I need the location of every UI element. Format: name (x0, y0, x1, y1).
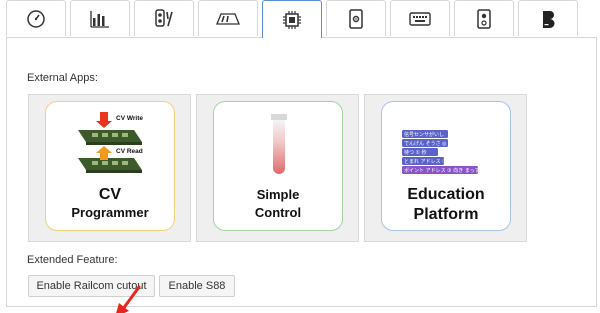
app-card-simple-control[interactable]: Simple Control (196, 94, 359, 242)
cv-write-caption: CV Write (116, 115, 143, 122)
tab-phone-settings[interactable] (326, 0, 386, 36)
traffic-signal-icon (155, 8, 173, 27)
scratch-logo-icon (543, 10, 555, 28)
tab-speaker[interactable] (454, 0, 514, 36)
keyboard-icon (409, 11, 431, 26)
tab-keyboard[interactable] (390, 0, 450, 36)
external-apps-label: External Apps: (27, 72, 98, 84)
app-subtitle-simple: Control (254, 205, 302, 220)
speedometer-icon (27, 9, 45, 28)
app-title-education: Education (407, 186, 485, 203)
cv-read-caption: CV Read (116, 148, 143, 155)
tab-scratch[interactable] (518, 0, 578, 36)
app-tile-education-platform[interactable]: 信号センサがいし でんげん そうさ ◎ 待つ ① 秒 とまれ アドレス ③ ポイ… (381, 101, 511, 231)
tab-content-panel: External Apps: CV Write CV Read CV Progr… (6, 37, 597, 313)
code-blocks-icon: 信号センサがいし でんげん そうさ ◎ 待つ ① 秒 とまれ アドレス ③ ポイ… (402, 130, 485, 174)
app-root: External Apps: CV Write CV Read CV Progr… (0, 0, 600, 313)
track-layout-icon (216, 12, 240, 25)
block-line-2: でんげん そうさ ◎ (404, 140, 447, 147)
tab-signal[interactable] (134, 0, 194, 36)
tab-speedometer[interactable] (6, 0, 66, 36)
bar-chart-icon (90, 10, 109, 28)
cv-read-write-icon: CV Write CV Read (78, 112, 143, 173)
tab-chip[interactable] (262, 0, 322, 38)
throttle-lever-icon (271, 114, 287, 174)
block-line-4: とまれ アドレス ③ (404, 159, 447, 165)
extended-feature-label: Extended Feature: (27, 254, 118, 266)
app-card-education-platform[interactable]: 信号センサがいし でんげん そうさ ◎ 待つ ① 秒 とまれ アドレス ③ ポイ… (364, 94, 527, 242)
enable-s88-button[interactable]: Enable S88 (159, 275, 235, 297)
app-title-cv: CV (98, 186, 122, 203)
chip-icon (283, 10, 301, 29)
tab-bar-chart[interactable] (70, 0, 130, 36)
speaker-icon (477, 8, 491, 29)
app-tile-cv-programmer[interactable]: CV Write CV Read CV Programmer (45, 101, 175, 231)
block-line-5: ポイント アドレス ③ 向き まっすぐ (404, 167, 485, 174)
app-title-simple: Simple (256, 187, 300, 202)
app-subtitle-cv: Programmer (71, 205, 149, 220)
app-card-cv-programmer[interactable]: CV Write CV Read CV Programmer (28, 94, 191, 242)
block-line-1: 信号センサがいし (404, 131, 444, 138)
tab-bar (6, 0, 582, 38)
app-tile-simple-control[interactable]: Simple Control (213, 101, 343, 231)
red-pointer-arrow-icon (116, 285, 141, 313)
tab-track[interactable] (198, 0, 258, 36)
block-line-3: 待つ ① 秒 (404, 149, 427, 156)
phone-settings-icon (349, 8, 363, 29)
app-subtitle-education: Platform (413, 206, 479, 223)
